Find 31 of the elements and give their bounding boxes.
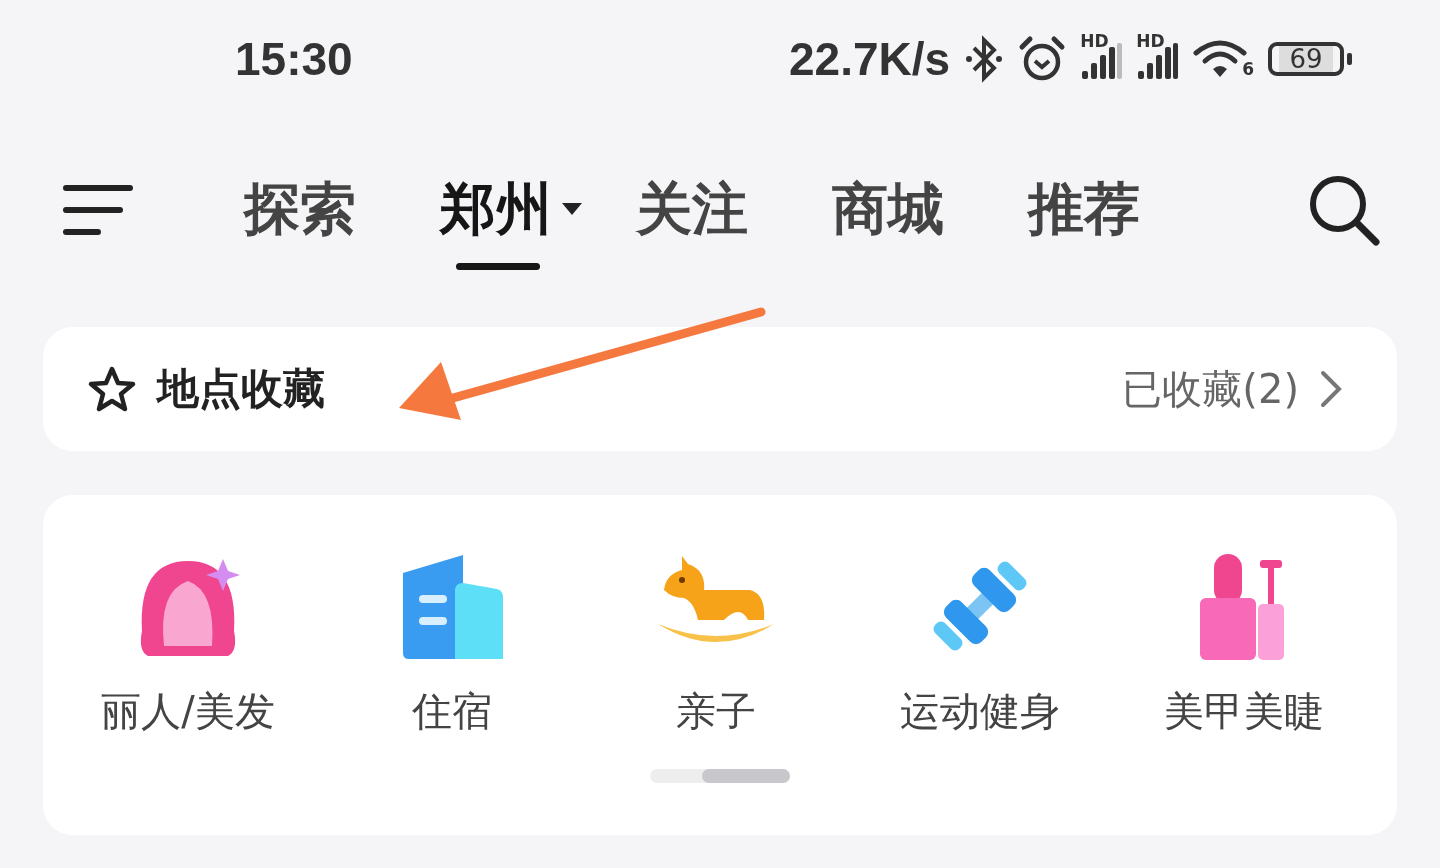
favorites-card[interactable]: 地点收藏 已收藏(2) <box>43 327 1397 451</box>
category-label: 丽人/美发 <box>101 687 275 736</box>
nav-tab[interactable]: 探索 <box>244 152 356 268</box>
alarm-icon <box>1018 35 1067 83</box>
hd-label: HD <box>1136 31 1165 51</box>
battery-level: 69 <box>1279 46 1333 72</box>
wifi-label: 6 <box>1242 59 1254 79</box>
status-time: 15:30 <box>235 32 353 86</box>
category-item[interactable]: 运动健身 <box>848 550 1112 739</box>
hd-label: HD <box>1080 31 1109 51</box>
category-label: 亲子 <box>676 687 756 736</box>
category-label: 运动健身 <box>900 687 1060 736</box>
nav-tab[interactable]: 商城 <box>832 152 944 268</box>
menu-icon[interactable] <box>62 182 134 238</box>
network-speed: 22.7K/s <box>789 32 951 86</box>
category-item[interactable]: 住宿 <box>320 550 584 739</box>
star-icon <box>87 365 137 413</box>
caret-icon <box>562 203 582 217</box>
category-item[interactable]: 丽人/美发 <box>56 550 320 739</box>
favorites-count: 已收藏(2) <box>1122 364 1299 414</box>
battery-tip-icon <box>1347 53 1352 65</box>
nav-tab[interactable]: 关注 <box>636 152 748 268</box>
category-item[interactable]: 美甲美睫 <box>1112 550 1376 739</box>
chevron-right-icon <box>1319 369 1343 409</box>
favorites-title: 地点收藏 <box>157 363 326 415</box>
category-item[interactable]: 亲子 <box>584 550 848 739</box>
nav-tab[interactable]: 郑州 <box>440 152 552 268</box>
category-label: 住宿 <box>412 687 492 736</box>
category-label: 美甲美睫 <box>1164 687 1324 736</box>
bluetooth-icon <box>964 34 1005 84</box>
nav-tab[interactable]: 推荐 <box>1028 152 1140 268</box>
